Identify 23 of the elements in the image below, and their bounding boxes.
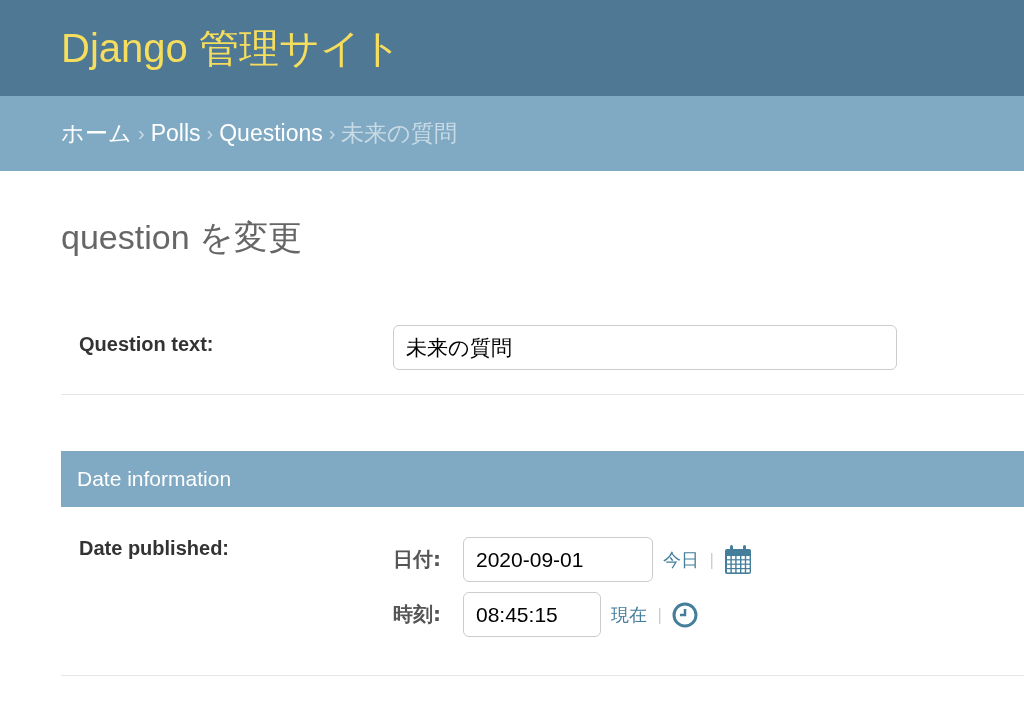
breadcrumb-current-page: 未来の質問 — [341, 119, 458, 148]
now-link[interactable]: 現在 — [611, 602, 647, 627]
field-label: Date published: — [79, 537, 230, 561]
link-separator: | — [657, 605, 663, 624]
time-input[interactable]: 08:45:15 — [463, 592, 601, 637]
link-separator: | — [709, 550, 715, 569]
text-input[interactable]: 未来の質問 — [393, 325, 897, 370]
calendar-icon[interactable] — [724, 544, 753, 575]
breadcrumb-separator: › — [138, 122, 145, 145]
site-title: Django 管理サイト — [61, 24, 402, 72]
page-title: question を変更 — [61, 217, 303, 258]
date-input[interactable]: 2020-09-01 — [463, 537, 653, 582]
fieldset-header: Date information — [61, 451, 1024, 507]
breadcrumb-separator: › — [328, 122, 336, 145]
breadcrumb-link[interactable]: ホーム — [61, 118, 132, 149]
breadcrumb-link[interactable]: Polls — [150, 120, 201, 147]
field-label: Question text: — [79, 332, 215, 357]
breadcrumb-separator: › — [206, 122, 214, 145]
part-label: 日付: — [393, 546, 442, 573]
breadcrumb-link[interactable]: Questions — [219, 120, 323, 147]
part-label: 時刻: — [393, 601, 442, 628]
today-link[interactable]: 今日 — [663, 547, 699, 572]
clock-icon[interactable] — [672, 601, 699, 628]
